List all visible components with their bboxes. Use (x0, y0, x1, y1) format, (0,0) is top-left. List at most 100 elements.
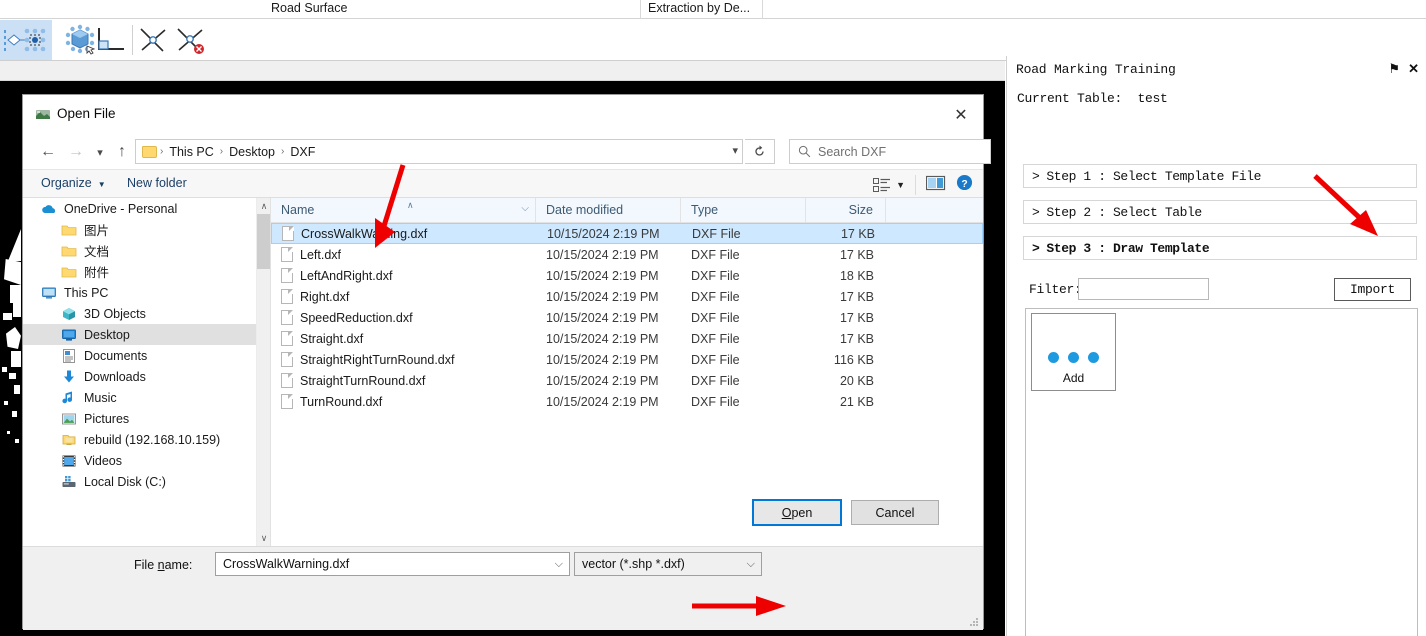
address-dropdown-icon[interactable]: ▾ (732, 144, 738, 157)
column-header-size[interactable]: Size (806, 197, 886, 223)
refresh-button[interactable] (745, 139, 775, 164)
tree-item-3d-objects[interactable]: 3D Objects (23, 303, 270, 324)
preview-pane-button[interactable] (925, 175, 946, 196)
add-template-tile[interactable]: Add (1031, 313, 1116, 391)
resize-grip-icon[interactable] (969, 617, 979, 627)
tree-item-label: 附件 (84, 266, 110, 280)
tree-item-documents[interactable]: Documents (23, 345, 270, 366)
pin-icon[interactable]: ⚑ (1388, 61, 1400, 77)
file-date-cell: 10/15/2024 2:19 PM (547, 226, 660, 241)
chevron-right-icon: > (1032, 240, 1040, 256)
tree-scroll-thumb[interactable] (257, 214, 270, 269)
file-icon (281, 289, 293, 304)
file-type-select[interactable]: vector (*.shp *.dxf) ⌵ (574, 552, 762, 576)
search-box[interactable]: Search DXF (789, 139, 991, 164)
file-type-dropdown-icon[interactable]: ⌵ (747, 558, 755, 571)
recent-locations-dropdown-icon[interactable]: ▾ (89, 141, 111, 163)
navigation-tree-rows: OneDrive - Personal 图片文档附件 This PC 3D Objec… (23, 198, 270, 492)
file-icon (281, 373, 293, 388)
file-name-text: Right.dxf (300, 289, 350, 304)
column-header-name[interactable]: Name ∧ ⌵ (271, 197, 536, 223)
organize-button[interactable]: Organize ▼ (41, 176, 106, 190)
table-row[interactable]: StraightRightTurnRound.dxf 10/15/2024 2:1… (271, 349, 983, 370)
3d-objects-icon (63, 307, 75, 320)
file-name-cell: TurnRound.dxf (271, 394, 536, 409)
road-marking-delete-icon (177, 28, 204, 54)
address-bar-breadcrumb[interactable]: › This PC › Desktop › DXF ▾ (135, 139, 743, 164)
road-marking-delete-tool[interactable] (174, 20, 212, 60)
tree-scrollbar[interactable]: ∧ ∨ (256, 198, 270, 546)
new-folder-button[interactable]: New folder (127, 176, 187, 190)
table-row[interactable]: LeftAndRight.dxf 10/15/2024 2:19 PM DXF Fi… (271, 265, 983, 286)
tree-item-music[interactable]: Music (23, 387, 270, 408)
column-filter-dropdown-icon[interactable]: ⌵ (521, 203, 529, 214)
file-name-text: CrossWalkWarning.dxf (301, 226, 428, 241)
corner-axis-tool[interactable] (92, 20, 130, 60)
table-row[interactable]: TurnRound.dxf 10/15/2024 2:19 PM DXF File 2… (271, 391, 983, 412)
table-row[interactable]: Right.dxf 10/15/2024 2:19 PM DXF File 17 KB (271, 286, 983, 307)
file-name-input[interactable]: CrossWalkWarning.dxf ⌵ (215, 552, 570, 576)
road-marking-add-tool[interactable] (136, 20, 174, 60)
tree-item-label: Pictures (84, 411, 130, 426)
tab-road-surface[interactable]: Road Surface (271, 1, 347, 15)
table-row[interactable]: SpeedReduction.dxf 10/15/2024 2:19 PM DXF … (271, 307, 983, 328)
panel-close-button[interactable]: ✕ (1408, 61, 1419, 77)
template-list-box[interactable]: Add (1025, 308, 1418, 636)
search-input-placeholder[interactable]: Search DXF (818, 145, 886, 159)
file-name-dropdown-icon[interactable]: ⌵ (555, 558, 563, 571)
step-3-draw-template[interactable]: > Step 3 : Draw Template (1023, 236, 1417, 260)
dot-1 (1048, 352, 1059, 363)
point-cloud-select-tool[interactable] (0, 20, 52, 60)
tree-item-label: rebuild (192.168.10.159) (84, 432, 221, 447)
tree-item-local-disk-c[interactable]: Local Disk (C:) (23, 471, 270, 492)
table-row[interactable]: CrossWalkWarning.dxf 10/15/2024 2:19 PM DX… (271, 223, 983, 244)
tree-item-[interactable]: 附件 (23, 261, 270, 282)
step-2-select-table[interactable]: > Step 2 : Select Table (1023, 200, 1417, 224)
tree-scroll-down-button[interactable]: ∨ (257, 530, 270, 546)
dialog-close-button[interactable]: ✕ (947, 103, 975, 127)
forward-button[interactable]: → (65, 141, 87, 163)
cancel-button[interactable]: Cancel (851, 500, 939, 525)
step-1-select-template-file[interactable]: > Step 1 : Select Template File (1023, 164, 1417, 188)
table-row[interactable]: Straight.dxf 10/15/2024 2:19 PM DXF File 17… (271, 328, 983, 349)
toolbar-separator (132, 25, 133, 55)
filter-input[interactable] (1078, 278, 1209, 300)
breadcrumb-desktop[interactable]: Desktop (224, 145, 280, 159)
table-row[interactable]: StraightTurnRound.dxf 10/15/2024 2:19 PM D… (271, 370, 983, 391)
tree-item-desktop[interactable]: Desktop (23, 324, 270, 345)
tree-scroll-up-button[interactable]: ∧ (257, 198, 270, 214)
file-type-cell: DXF File (691, 331, 740, 346)
breadcrumb-this-pc[interactable]: This PC (164, 145, 218, 159)
change-view-button[interactable]: ▼ (873, 177, 905, 193)
tree-item-downloads[interactable]: Downloads (23, 366, 270, 387)
tree-item-pictures[interactable]: Pictures (23, 408, 270, 429)
tab-extraction-by-de[interactable]: Extraction by De... (648, 1, 750, 15)
table-row[interactable]: Left.dxf 10/15/2024 2:19 PM DXF File 17 KB (271, 244, 983, 265)
file-name-cell: Straight.dxf (271, 331, 536, 346)
breadcrumb-dxf[interactable]: DXF (285, 145, 320, 159)
current-table-row: Current Table: test (1017, 91, 1168, 106)
open-button[interactable]: Open (752, 499, 842, 526)
tree-item-videos[interactable]: Videos (23, 450, 270, 471)
tree-item-rebuild-192-168-10-159[interactable]: rebuild (192.168.10.159) (23, 429, 270, 450)
column-header-type[interactable]: Type (681, 197, 806, 223)
file-type-cell: DXF File (691, 373, 740, 388)
dialog-navigation-bar: ← → ▾ ↑ › This PC › Desktop › DXF ▾ Sear… (23, 135, 991, 169)
back-button[interactable]: ← (37, 141, 59, 163)
tree-item-[interactable]: 图片 (23, 219, 270, 240)
desktop-icon (62, 329, 76, 341)
help-button[interactable]: ? (956, 174, 973, 196)
tree-item-label: 图片 (84, 224, 110, 238)
file-name-cell: StraightTurnRound.dxf (271, 373, 536, 388)
import-button[interactable]: Import (1334, 278, 1411, 301)
column-header-date-modified[interactable]: Date modified (536, 197, 681, 223)
step-3-label: Step 3 : Draw Template (1046, 240, 1210, 256)
tree-item-[interactable]: 文档 (23, 240, 270, 261)
tree-item-this-pc[interactable]: This PC (23, 282, 270, 303)
file-name-text: StraightTurnRound.dxf (300, 373, 426, 388)
tree-item-onedrive-personal[interactable]: OneDrive - Personal (23, 198, 270, 219)
refresh-icon (755, 145, 764, 156)
up-button[interactable]: ↑ (111, 141, 133, 163)
three-dots-icon (1032, 352, 1115, 363)
file-date-cell: 10/15/2024 2:19 PM (546, 268, 659, 283)
